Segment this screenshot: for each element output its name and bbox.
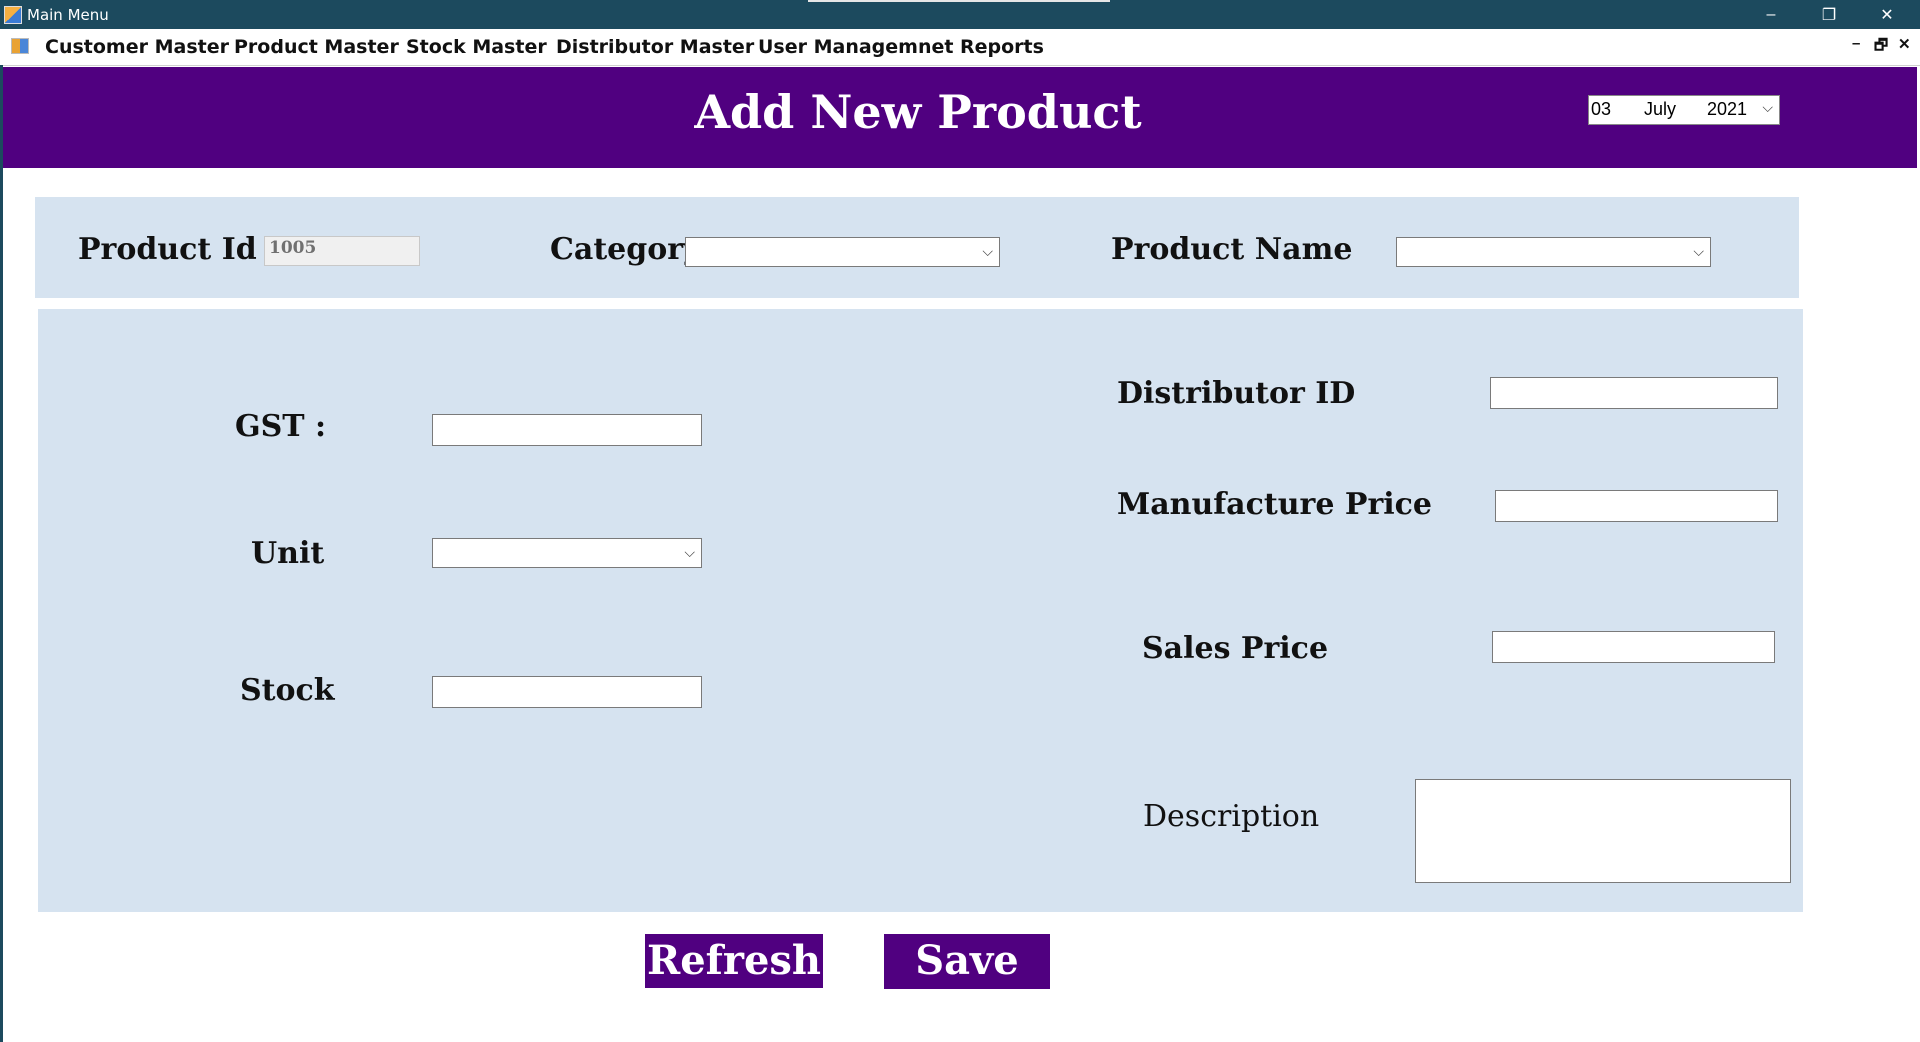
- save-button[interactable]: Save: [884, 934, 1050, 989]
- close-icon[interactable]: ✕: [1858, 0, 1916, 29]
- window-titlebar: Main Menu – ❐ ✕: [0, 0, 1920, 29]
- menu-product-master[interactable]: Product Master: [234, 36, 399, 58]
- menu-distributor-master[interactable]: Distributor Master: [556, 36, 754, 58]
- date-year: 2021: [1707, 99, 1748, 119]
- mdi-restore-icon[interactable]: 🗗: [1874, 35, 1888, 60]
- description-label: Description: [1143, 799, 1320, 834]
- stock-input[interactable]: [432, 676, 702, 708]
- description-textarea[interactable]: [1415, 779, 1791, 883]
- unit-select[interactable]: ⌵: [432, 538, 702, 568]
- app-icon: [4, 6, 22, 24]
- distributor-id-label: Distributor ID: [1117, 376, 1356, 411]
- date-picker[interactable]: 03 July 2021 ⌵: [1588, 95, 1780, 125]
- menu-bar: Customer Master Product Master Stock Mas…: [0, 29, 1920, 66]
- mdi-app-icon: [11, 38, 29, 54]
- stock-label: Stock: [240, 673, 335, 708]
- manufacture-price-input[interactable]: [1495, 490, 1778, 522]
- menu-customer-master[interactable]: Customer Master: [45, 36, 229, 58]
- product-id-label: Product Id: [78, 232, 257, 267]
- window-left-border: [0, 65, 3, 1042]
- product-id-field[interactable]: 1005: [264, 236, 420, 266]
- gst-label: GST :: [235, 409, 327, 444]
- sales-price-input[interactable]: [1492, 631, 1775, 663]
- product-name-label: Product Name: [1111, 232, 1353, 267]
- menu-reports[interactable]: Reports: [960, 36, 1044, 58]
- chevron-down-icon: ⌵: [982, 243, 993, 259]
- mdi-close-icon[interactable]: ✕: [1898, 35, 1911, 53]
- category-select[interactable]: ⌵: [685, 237, 1000, 267]
- window-title: Main Menu: [27, 6, 109, 24]
- product-info-panel: Product Id 1005 Category ⌵ Product Name …: [35, 197, 1799, 298]
- date-day: 03: [1591, 99, 1612, 119]
- mdi-minimize-icon[interactable]: –: [1852, 35, 1860, 52]
- category-label: Category: [550, 232, 701, 267]
- titlebar-highlight: [808, 0, 1110, 2]
- page-title: Add New Product: [694, 85, 1142, 139]
- gst-input[interactable]: [432, 414, 702, 446]
- restore-icon[interactable]: ❐: [1800, 0, 1858, 29]
- chevron-down-icon[interactable]: ⌵: [1762, 99, 1773, 116]
- product-details-panel: GST : Unit ⌵ Stock Distributor ID Manufa…: [38, 309, 1803, 912]
- refresh-button[interactable]: Refresh: [645, 934, 823, 988]
- product-name-select[interactable]: ⌵: [1396, 237, 1711, 267]
- manufacture-price-label: Manufacture Price: [1117, 487, 1432, 522]
- chevron-down-icon: ⌵: [1693, 243, 1704, 259]
- date-month: July: [1644, 99, 1677, 119]
- menu-stock-master[interactable]: Stock Master: [406, 36, 547, 58]
- minimize-icon[interactable]: –: [1742, 0, 1800, 29]
- unit-label: Unit: [251, 536, 325, 571]
- distributor-id-input[interactable]: [1490, 377, 1778, 409]
- sales-price-label: Sales Price: [1142, 631, 1329, 666]
- menu-user-management[interactable]: User Managemnet: [758, 36, 953, 58]
- page-header: Add New Product 03 July 2021 ⌵: [3, 67, 1917, 168]
- chevron-down-icon: ⌵: [684, 544, 695, 560]
